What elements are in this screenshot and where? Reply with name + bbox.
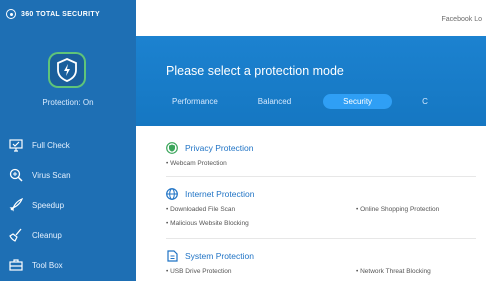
sidebar: 360 TOTAL SECURITY Protection: On Full C… xyxy=(0,0,136,281)
globe-icon xyxy=(166,188,178,200)
divider xyxy=(166,176,476,177)
section-title[interactable]: System Protection xyxy=(185,251,254,261)
section-title[interactable]: Privacy Protection xyxy=(185,143,254,153)
tab-performance[interactable]: Performance xyxy=(172,97,218,106)
feature-item: • USB Drive Protection xyxy=(166,268,232,275)
feature-item: • Webcam Protection xyxy=(166,160,227,167)
title-bar: Facebook Lo xyxy=(136,0,486,36)
mode-tabs: Performance Balanced Security C xyxy=(172,92,428,110)
protection-status: Protection: On xyxy=(42,98,94,107)
cleanup-icon xyxy=(8,227,24,243)
section-title[interactable]: Internet Protection xyxy=(185,189,254,199)
feature-item: • Malicious Website Blocking xyxy=(166,220,249,227)
sidebar-item-label: Speedup xyxy=(32,200,65,210)
privacy-protection-section: Privacy Protection • Webcam Protection xyxy=(166,142,254,170)
facebook-link[interactable]: Facebook Lo xyxy=(442,16,482,23)
feature-item: • Downloaded File Scan xyxy=(166,206,236,213)
internet-protection-section: Internet Protection • Downloaded File Sc… xyxy=(166,188,439,230)
protection-details: Privacy Protection • Webcam Protection I… xyxy=(136,126,486,281)
tab-custom[interactable]: C xyxy=(422,97,428,106)
sidebar-item-tool-box[interactable]: Tool Box xyxy=(0,250,136,280)
app-logo-icon xyxy=(6,9,16,19)
full-check-icon xyxy=(8,137,24,153)
sidebar-item-full-check[interactable]: Full Check xyxy=(0,130,136,160)
sidebar-nav: Full Check Virus Scan Speedup Cleanup To… xyxy=(0,130,136,280)
divider xyxy=(166,238,476,239)
tab-security[interactable]: Security xyxy=(323,93,393,109)
app-window: 360 TOTAL SECURITY Protection: On Full C… xyxy=(0,0,486,281)
virus-scan-icon xyxy=(8,167,24,183)
sidebar-item-label: Full Check xyxy=(32,140,70,150)
brand: 360 TOTAL SECURITY xyxy=(6,7,100,21)
toolbox-icon xyxy=(8,257,24,273)
sidebar-item-speedup[interactable]: Speedup xyxy=(0,190,136,220)
sidebar-item-cleanup[interactable]: Cleanup xyxy=(0,220,136,250)
sidebar-item-label: Tool Box xyxy=(32,260,63,270)
sidebar-item-virus-scan[interactable]: Virus Scan xyxy=(0,160,136,190)
shield-lightning-icon xyxy=(57,58,77,82)
mode-title: Please select a protection mode xyxy=(166,64,344,78)
mode-banner: Please select a protection mode Performa… xyxy=(136,36,486,126)
sidebar-item-label: Virus Scan xyxy=(32,170,71,180)
app-title: 360 TOTAL SECURITY xyxy=(21,10,100,18)
protection-shield[interactable] xyxy=(48,52,86,88)
system-protection-section: System Protection • USB Drive Protection… xyxy=(166,250,431,278)
feature-item: • Network Threat Blocking xyxy=(356,268,431,275)
sidebar-item-label: Cleanup xyxy=(32,230,62,240)
feature-item: • Online Shopping Protection xyxy=(356,206,440,213)
speedup-icon xyxy=(8,197,24,213)
shield-check-icon xyxy=(166,142,178,154)
system-file-icon xyxy=(166,250,178,262)
tab-balanced[interactable]: Balanced xyxy=(258,97,291,106)
